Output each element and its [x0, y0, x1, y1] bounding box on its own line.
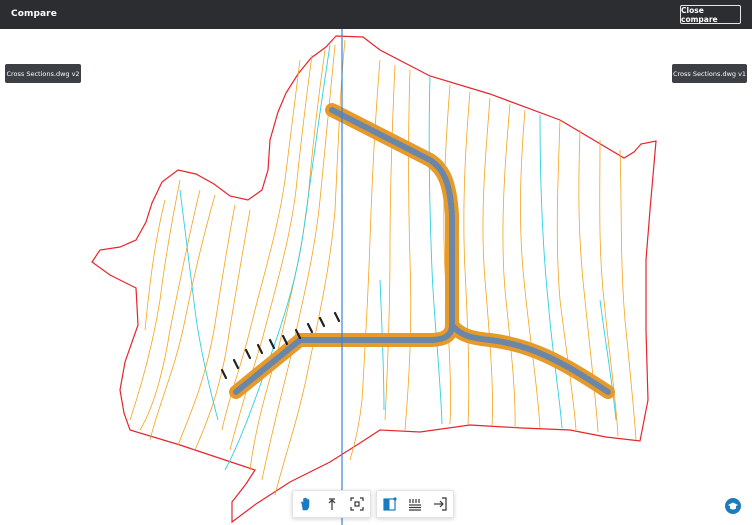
compare-mode-button[interactable]: [377, 491, 402, 517]
road-corridor: [229, 103, 615, 399]
layers-button[interactable]: [402, 491, 427, 517]
right-version-label: Cross Sections.dwg v1: [672, 64, 747, 83]
close-compare-button[interactable]: Close compare: [680, 5, 741, 24]
compare-viewer-app: Compare Close compare Cross Sections.dwg…: [0, 0, 752, 525]
hand-icon: [301, 497, 310, 511]
left-version-label: Cross Sections.dwg v2: [5, 64, 81, 83]
graduation-cap-icon: [728, 502, 738, 510]
contour-lines-cyan: [179, 44, 617, 471]
view-toolbar: [376, 490, 454, 518]
zoom-button[interactable]: [319, 491, 345, 517]
header-bar: Compare Close compare: [0, 0, 752, 29]
contour-lines-orange: [129, 39, 637, 496]
pan-button[interactable]: [293, 491, 319, 517]
navigation-toolbar: [292, 490, 371, 518]
fit-view-button[interactable]: [344, 491, 370, 517]
layers-icon: [408, 499, 421, 511]
zoom-arrows-icon: [328, 498, 335, 510]
site-boundary: [91, 35, 657, 524]
learning-help-button[interactable]: [725, 498, 741, 514]
export-button[interactable]: [428, 491, 453, 517]
split-compare-icon: [383, 497, 397, 511]
page-title: Compare: [11, 9, 57, 19]
fit-view-icon: [350, 497, 364, 511]
drawing-svg: [91, 29, 657, 525]
export-icon: [434, 497, 447, 511]
drawing-canvas[interactable]: Cross Sections.dwg v2 Cross Sections.dwg…: [0, 29, 752, 525]
